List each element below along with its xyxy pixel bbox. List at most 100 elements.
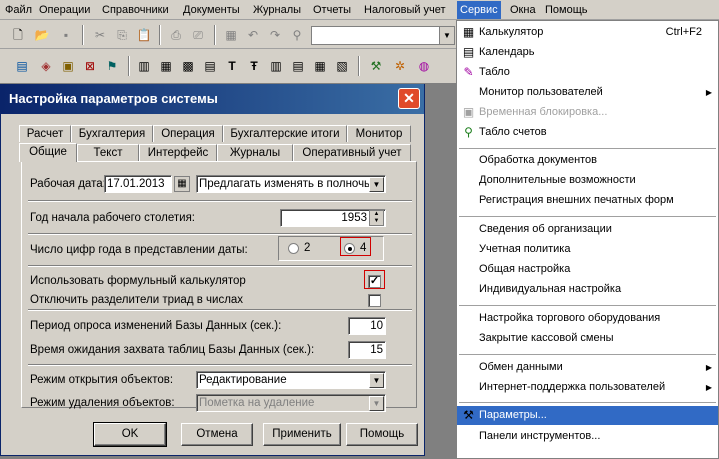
find-icon[interactable]: ⚲	[287, 25, 307, 45]
tab-operational[interactable]: Оперативный учет	[293, 144, 411, 161]
divider	[28, 265, 412, 267]
report-t-icon[interactable]: T	[222, 56, 242, 76]
menu-item-ext-print[interactable]: Регистрация внешних печатных форм	[457, 191, 718, 210]
report-summary-icon[interactable]: ▧	[332, 56, 352, 76]
dialog-titlebar[interactable]: Настройка параметров системы ✕	[1, 84, 424, 114]
tab-journals[interactable]: Журналы	[217, 144, 293, 161]
menu-help[interactable]: Помощь	[542, 3, 591, 18]
menu-journals[interactable]: Журналы	[250, 3, 304, 18]
chevron-down-icon[interactable]: ▼	[369, 373, 384, 388]
open-mode-label: Режим открытия объектов:	[30, 374, 174, 386]
tab-raschet[interactable]: Расчет	[19, 125, 71, 142]
spin-updown-icon[interactable]: ▲ ▼	[369, 210, 384, 226]
menu-item-board[interactable]: ✎ Табло	[457, 63, 718, 82]
chevron-down-icon[interactable]: ▼	[369, 177, 384, 192]
submenu-arrow-icon: ▶	[705, 363, 712, 372]
cancel-button[interactable]: Отмена	[181, 423, 253, 446]
properties-icon[interactable]: ▦	[221, 25, 241, 45]
help-button[interactable]: Помощь	[346, 423, 418, 446]
submenu-arrow-icon: ▶	[705, 383, 712, 392]
menu-item-acc-policy[interactable]: Учетная политика	[457, 240, 718, 259]
search-combo[interactable]: ▼	[311, 26, 455, 45]
report-table-icon[interactable]: ▦	[156, 56, 176, 76]
open-mode-select[interactable]: Редактирование ▼	[196, 371, 386, 389]
report-list-icon[interactable]: ▤	[200, 56, 220, 76]
report-rows-icon[interactable]: ▤	[288, 56, 308, 76]
cut-icon[interactable]: ✂	[90, 25, 110, 45]
ok-button[interactable]: OK	[93, 422, 167, 447]
copy-icon[interactable]: ⎘	[112, 25, 132, 45]
menu-item-trade-equipment[interactable]: Настройка торгового оборудования	[457, 309, 718, 328]
accounts-chart-icon[interactable]: ▤	[12, 56, 32, 76]
tab-interface[interactable]: Интерфейс	[139, 144, 217, 161]
print-preview-icon[interactable]: ⎚	[188, 25, 208, 45]
report-grid-icon[interactable]: ▥	[134, 56, 154, 76]
calendar-icon[interactable]: ▦	[174, 176, 190, 192]
settings-dialog: Настройка параметров системы ✕ Расчет Бу…	[0, 84, 425, 456]
report-checker-icon[interactable]: ▩	[178, 56, 198, 76]
menu-item-toolbars[interactable]: Панели инструментов...	[457, 427, 718, 446]
menu-item-close-shift[interactable]: Закрытие кассовой смены	[457, 329, 718, 348]
menu-item-label: Регистрация внешних печатных форм	[479, 194, 674, 206]
wizard-icon[interactable]: ✲	[390, 56, 410, 76]
menu-item-general-setup[interactable]: Общая настройка	[457, 260, 718, 279]
chevron-down-icon[interactable]: ▼	[439, 27, 454, 44]
menu-operations[interactable]: Операции	[36, 3, 93, 18]
divider	[28, 233, 412, 235]
work-date-mode-select[interactable]: Предлагать изменять в полночь ▼	[196, 175, 386, 193]
menu-item-parameters[interactable]: ⚒ Параметры...	[457, 406, 718, 425]
menu-item-label: Монитор пользователей	[479, 86, 603, 98]
save-icon[interactable]: ▪	[56, 25, 76, 45]
undo-icon[interactable]: ↶	[243, 25, 263, 45]
menu-windows[interactable]: Окна	[507, 3, 539, 18]
menu-item-accounts-board[interactable]: ⚲ Табло счетов	[457, 123, 718, 142]
journal-icon[interactable]: ▣	[58, 56, 78, 76]
menu-item-data-exchange[interactable]: Обмен данными ▶	[457, 358, 718, 377]
menu-file[interactable]: Файл	[2, 3, 35, 18]
poll-period-label: Период опроса изменений Базы Данных (сек…	[30, 320, 282, 332]
menu-item-extra[interactable]: Дополнительные возможности	[457, 171, 718, 190]
report-cells-icon[interactable]: ▦	[310, 56, 330, 76]
work-date-input[interactable]: 17.01.2013	[104, 175, 172, 193]
menu-item-calendar[interactable]: ▤ Календарь	[457, 43, 718, 62]
print-icon[interactable]: ⎙	[166, 25, 186, 45]
apply-button[interactable]: Применить	[263, 423, 341, 446]
menu-reports[interactable]: Отчеты	[310, 3, 354, 18]
redo-icon[interactable]: ↷	[265, 25, 285, 45]
tree-icon[interactable]: ⚑	[102, 56, 122, 76]
lock-wait-input[interactable]: 15	[348, 341, 386, 359]
delete-marked-icon[interactable]: ⊠	[80, 56, 100, 76]
menu-item-internet-support[interactable]: Интернет-поддержка пользователей ▶	[457, 378, 718, 397]
menu-documents[interactable]: Документы	[180, 3, 243, 18]
menu-item-org-info[interactable]: Сведения об организации	[457, 220, 718, 239]
poll-period-input[interactable]: 10	[348, 317, 386, 335]
menu-references[interactable]: Справочники	[99, 3, 172, 18]
tab-operation[interactable]: Операция	[153, 125, 223, 142]
tab-text[interactable]: Текст	[77, 144, 139, 161]
open-folder-icon[interactable]: 📂	[32, 25, 52, 45]
menu-item-individual-setup[interactable]: Индивидуальная настройка	[457, 280, 718, 299]
menu-service[interactable]: Сервис	[457, 1, 501, 19]
tools-icon[interactable]: ⚒	[366, 56, 386, 76]
report-columns-icon[interactable]: ▥	[266, 56, 286, 76]
tab-monitor[interactable]: Монитор	[347, 125, 411, 142]
tab-accounting-totals[interactable]: Бухгалтерские итоги	[223, 125, 347, 142]
operations-icon[interactable]: ◈	[36, 56, 56, 76]
menu-item-user-monitor[interactable]: Монитор пользователей ▶	[457, 83, 718, 102]
tab-accounting[interactable]: Бухгалтерия	[71, 125, 153, 142]
divider	[28, 309, 412, 311]
paste-icon[interactable]: 📋	[134, 25, 154, 45]
menu-item-label: Сведения об организации	[479, 223, 612, 235]
menu-tax[interactable]: Налоговый учет	[361, 3, 449, 18]
menu-item-label: Настройка торгового оборудования	[479, 312, 661, 324]
menu-item-calculator[interactable]: ▦ Калькулятор Ctrl+F2	[457, 23, 718, 42]
new-document-icon[interactable]: 🗋	[8, 25, 28, 45]
globe-icon[interactable]: ◍	[414, 56, 434, 76]
tab-general[interactable]: Общие	[19, 143, 77, 162]
close-icon[interactable]: ✕	[398, 88, 420, 109]
report-t2-icon[interactable]: Ŧ	[244, 56, 264, 76]
menu-item-doc-processing[interactable]: Обработка документов	[457, 151, 718, 170]
menu-item-label: Интернет-поддержка пользователей	[479, 381, 666, 393]
year-digits-2-radio[interactable]	[288, 243, 299, 254]
triad-checkbox[interactable]	[368, 294, 381, 307]
